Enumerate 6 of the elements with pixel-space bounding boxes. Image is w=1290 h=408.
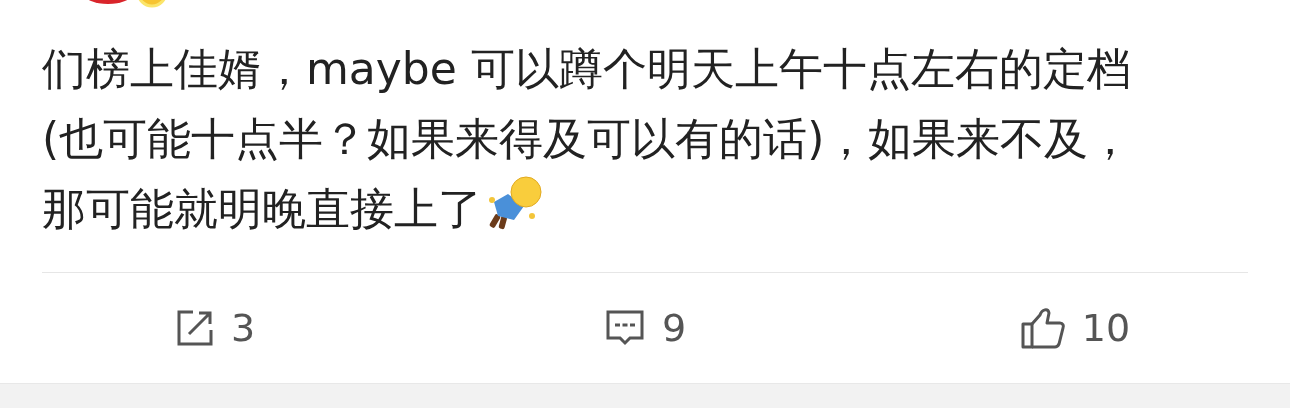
thumbs-up-icon bbox=[1019, 306, 1066, 350]
person-emoji-icon bbox=[486, 174, 542, 230]
post-text: 们榜上佳婿，maybe 可以蹲个明天上午十点左右的定档(也可能十点半？如果来得及可以有的话)，如果来不及，那可能就明晚直接上了 bbox=[42, 42, 1134, 236]
like-button[interactable]: 10 bbox=[860, 299, 1290, 357]
repost-button[interactable]: 3 bbox=[0, 299, 430, 357]
comment-button[interactable]: 9 bbox=[430, 299, 860, 357]
